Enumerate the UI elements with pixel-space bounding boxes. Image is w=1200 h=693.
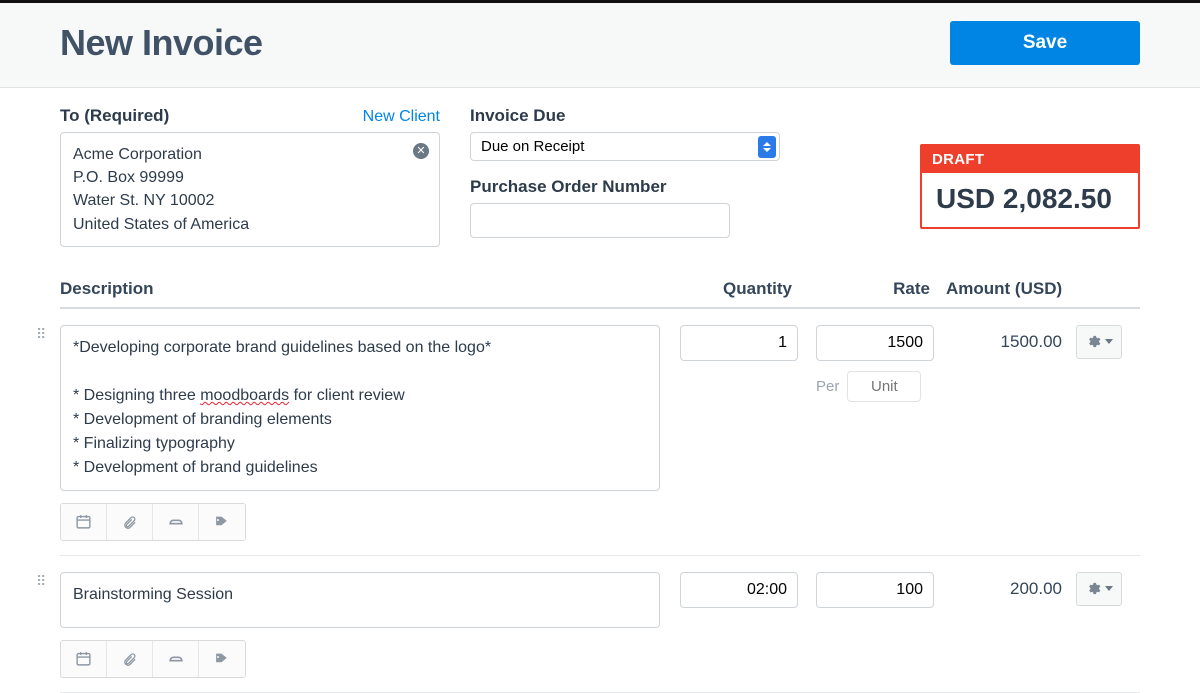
chevron-down-icon (1105, 339, 1113, 344)
line-icon-toolbar (60, 640, 246, 678)
line-items-header: Description Quantity Rate Amount (USD) (60, 279, 1140, 309)
quantity-input[interactable] (680, 325, 798, 361)
draft-badge: DRAFT (922, 146, 1138, 173)
rate-input[interactable] (816, 325, 934, 361)
to-label: To (Required) (60, 106, 169, 126)
link-icon[interactable] (153, 504, 199, 540)
line-description-input[interactable]: *Developing corporate brand guidelines b… (60, 325, 660, 491)
drag-handle-icon[interactable]: ⠿ (36, 331, 45, 337)
col-amount: Amount (USD) (940, 279, 1070, 299)
tag-icon[interactable] (199, 641, 245, 677)
link-icon[interactable] (153, 641, 199, 677)
invoice-due-label: Invoice Due (470, 106, 780, 126)
quantity-input[interactable] (680, 572, 798, 608)
line-icon-toolbar (60, 503, 246, 541)
new-client-link[interactable]: New Client (363, 108, 440, 126)
calendar-icon[interactable] (61, 504, 107, 540)
gear-icon (1086, 581, 1101, 596)
page-header: New Invoice Save (0, 3, 1200, 88)
invoice-total-box: DRAFT USD 2,082.50 (920, 144, 1140, 229)
line-settings-button[interactable] (1076, 572, 1122, 606)
chevron-down-icon (1105, 586, 1113, 591)
drag-handle-icon[interactable]: ⠿ (36, 578, 45, 584)
line-settings-button[interactable] (1076, 325, 1122, 359)
to-line2: P.O. Box 99999 (73, 166, 427, 189)
line-item: ⠿ Brainstorming Session (60, 556, 1140, 693)
col-quantity: Quantity (680, 279, 810, 299)
to-address-box[interactable]: Acme Corporation P.O. Box 99999 Water St… (60, 132, 440, 247)
po-label: Purchase Order Number (470, 177, 780, 197)
to-line4: United States of America (73, 213, 427, 236)
attachment-icon[interactable] (107, 504, 153, 540)
po-number-input[interactable] (470, 203, 730, 238)
line-amount: 1500.00 (940, 325, 1070, 555)
gear-icon (1086, 334, 1101, 349)
col-rate: Rate (810, 279, 940, 299)
save-button[interactable]: Save (950, 21, 1140, 65)
attachment-icon[interactable] (107, 641, 153, 677)
invoice-total-amount: USD 2,082.50 (922, 173, 1138, 227)
invoice-due-select[interactable] (470, 132, 780, 161)
to-name: Acme Corporation (73, 143, 427, 166)
line-amount: 200.00 (940, 572, 1070, 692)
page-title: New Invoice (60, 22, 263, 64)
unit-input[interactable] (847, 371, 921, 402)
line-description-input[interactable]: Brainstorming Session (60, 572, 660, 628)
calendar-icon[interactable] (61, 641, 107, 677)
per-label: Per (816, 378, 839, 395)
tag-icon[interactable] (199, 504, 245, 540)
rate-input[interactable] (816, 572, 934, 608)
col-description: Description (60, 279, 680, 299)
line-item: ⠿ *Developing corporate brand guidelines… (60, 309, 1140, 556)
to-line3: Water St. NY 10002 (73, 189, 427, 212)
clear-client-icon[interactable]: ✕ (413, 143, 429, 159)
